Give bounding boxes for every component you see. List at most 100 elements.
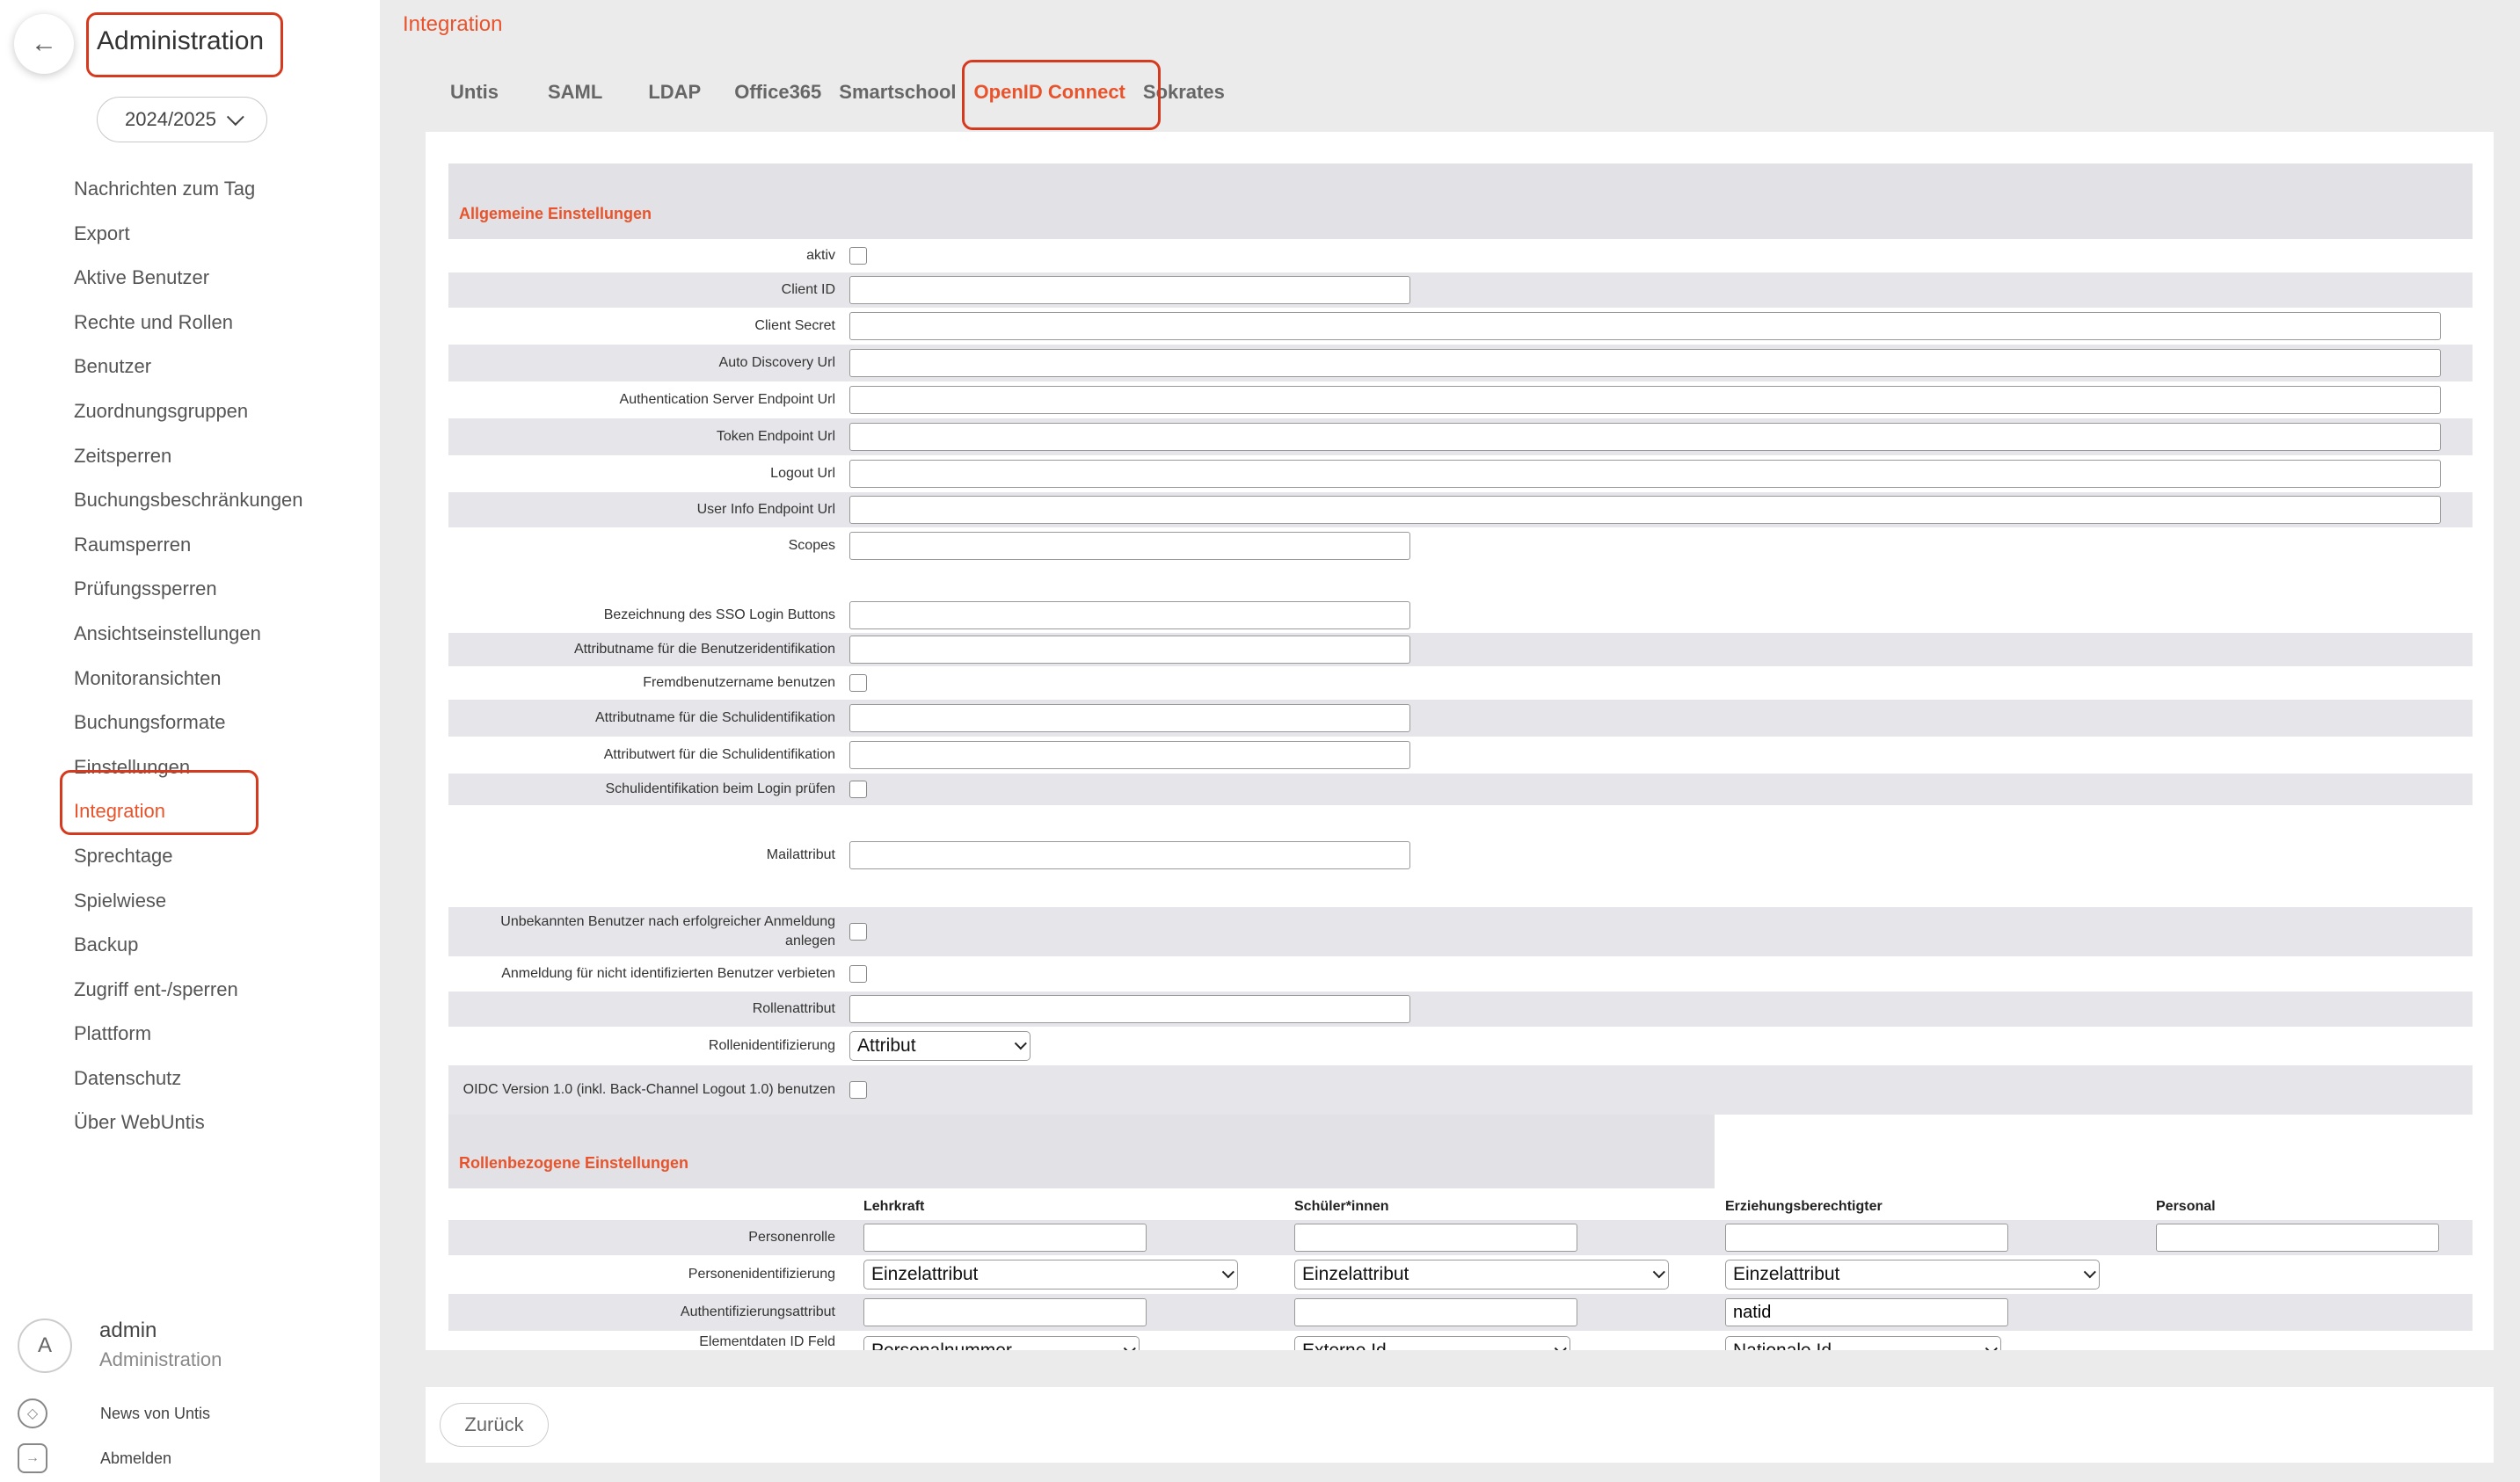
logout-link[interactable]: → Abmelden bbox=[18, 1443, 171, 1473]
row-auth-endpoint: Authentication Server Endpoint Url bbox=[448, 381, 2473, 418]
role-ident-value: Attribut bbox=[857, 1035, 916, 1056]
row-element-id: Elementdaten ID Feld Personalnummer Exte… bbox=[448, 1331, 2473, 1350]
row-userinfo-endpoint: User Info Endpoint Url bbox=[448, 492, 2473, 527]
user-role: Administration bbox=[99, 1348, 222, 1370]
label-school-check: Schulidentifikation beim Login prüfen bbox=[605, 781, 836, 796]
sidebar-item-zeitsperren[interactable]: Zeitsperren bbox=[74, 434, 303, 479]
sidebar-item-ansichtseinstellungen[interactable]: Ansichtseinstellungen bbox=[74, 612, 303, 657]
create-unknown-checkbox[interactable] bbox=[849, 923, 867, 941]
row-create-unknown: Unbekannten Benutzer nach erfolgreicher … bbox=[448, 907, 2473, 956]
auto-discovery-input[interactable] bbox=[849, 349, 2441, 377]
foreign-user-checkbox[interactable] bbox=[849, 674, 867, 692]
element-id-lehrkraft-select[interactable]: Personalnummer bbox=[863, 1336, 1140, 1350]
sidebar-item-zuordnungsgruppen[interactable]: Zuordnungsgruppen bbox=[74, 389, 303, 434]
news-icon: ◇ bbox=[18, 1398, 47, 1428]
school-check-checkbox[interactable] bbox=[849, 781, 867, 798]
sidebar-item-export[interactable]: Export bbox=[74, 212, 303, 257]
sidebar-item-monitoransichten[interactable]: Monitoransichten bbox=[74, 657, 303, 701]
tab-ldap[interactable]: LDAP bbox=[648, 81, 701, 104]
role-ident-select[interactable]: Attribut bbox=[849, 1031, 1031, 1061]
person-role-eltern-input[interactable] bbox=[1725, 1224, 2008, 1252]
client-secret-input[interactable] bbox=[849, 312, 2441, 340]
person-ident-lehrkraft-select[interactable]: Einzelattribut bbox=[863, 1260, 1238, 1289]
chevron-down-icon bbox=[1123, 1342, 1136, 1350]
person-role-personal-input[interactable] bbox=[2156, 1224, 2439, 1252]
chevron-down-icon bbox=[1985, 1342, 1998, 1350]
label-client-id: Client ID bbox=[781, 282, 835, 297]
tab-smartschool[interactable]: Smartschool bbox=[839, 81, 956, 104]
element-id-eltern-select[interactable]: Nationale Id bbox=[1725, 1336, 2001, 1350]
label-logout-url: Logout Url bbox=[770, 466, 835, 481]
sidebar-item-rechte-rollen[interactable]: Rechte und Rollen bbox=[74, 301, 303, 345]
sidebar-item-pruefungssperren[interactable]: Prüfungssperren bbox=[74, 567, 303, 612]
sidebar-item-backup[interactable]: Backup bbox=[74, 923, 303, 968]
sidebar-item-datenschutz[interactable]: Datenschutz bbox=[74, 1057, 303, 1101]
user-attr-input[interactable] bbox=[849, 636, 1410, 664]
label-foreign-user: Fremdbenutzername benutzen bbox=[643, 675, 835, 690]
mail-attr-input[interactable] bbox=[849, 841, 1410, 869]
sidebar-item-einstellungen[interactable]: Einstellungen bbox=[74, 745, 303, 790]
row-user-attr: Attributname für die Benutzeridentifikat… bbox=[448, 633, 2473, 666]
tab-saml[interactable]: SAML bbox=[548, 81, 602, 104]
row-client-id: Client ID bbox=[448, 272, 2473, 308]
logout-icon: → bbox=[18, 1443, 47, 1473]
footer-card: Zurück bbox=[426, 1387, 2494, 1463]
col-lehrkraft: Lehrkraft bbox=[863, 1199, 925, 1214]
label-aktiv: aktiv bbox=[806, 248, 835, 263]
school-attr-value-input[interactable] bbox=[849, 741, 1410, 769]
label-deny-unidentified: Anmeldung für nicht identifizierten Benu… bbox=[501, 966, 835, 981]
sidebar-item-sprechtage[interactable]: Sprechtage bbox=[74, 834, 303, 879]
sidebar-item-ueber-webuntis[interactable]: Über WebUntis bbox=[74, 1101, 303, 1145]
element-id-schueler-value: Externe Id bbox=[1302, 1340, 1387, 1350]
person-ident-eltern-select[interactable]: Einzelattribut bbox=[1725, 1260, 2100, 1289]
sidebar-item-zugriff[interactable]: Zugriff ent-/sperren bbox=[74, 968, 303, 1013]
row-token-endpoint: Token Endpoint Url bbox=[448, 418, 2473, 455]
chevron-down-icon bbox=[1652, 1266, 1665, 1279]
oidc-version-checkbox[interactable] bbox=[849, 1081, 867, 1099]
sidebar-item-aktive-benutzer[interactable]: Aktive Benutzer bbox=[74, 256, 303, 301]
sidebar-item-plattform[interactable]: Plattform bbox=[74, 1012, 303, 1057]
school-year-value: 2024/2025 bbox=[125, 108, 216, 130]
row-person-role: Personenrolle bbox=[448, 1220, 2473, 1255]
chevron-down-icon bbox=[1014, 1037, 1027, 1050]
userinfo-endpoint-input[interactable] bbox=[849, 496, 2441, 524]
sidebar-item-benutzer[interactable]: Benutzer bbox=[74, 345, 303, 389]
sidebar-item-buchungsformate[interactable]: Buchungsformate bbox=[74, 701, 303, 745]
sso-button-input[interactable] bbox=[849, 601, 1410, 629]
row-role-attr: Rollenattribut bbox=[448, 992, 2473, 1027]
label-user-attr: Attributname für die Benutzeridentifikat… bbox=[573, 642, 835, 657]
back-button[interactable]: ← bbox=[14, 14, 74, 74]
auth-attr-eltern-input[interactable]: natid bbox=[1725, 1298, 2008, 1326]
tab-office365[interactable]: Office365 bbox=[734, 81, 821, 104]
person-role-lehrkraft-input[interactable] bbox=[863, 1224, 1147, 1252]
auth-endpoint-input[interactable] bbox=[849, 386, 2441, 414]
token-endpoint-input[interactable] bbox=[849, 423, 2441, 451]
aktiv-checkbox[interactable] bbox=[849, 247, 867, 265]
role-attr-input[interactable] bbox=[849, 995, 1410, 1023]
sidebar-item-nachrichten[interactable]: Nachrichten zum Tag bbox=[74, 167, 303, 212]
label-scopes: Scopes bbox=[788, 538, 835, 553]
logout-url-input[interactable] bbox=[849, 460, 2441, 488]
client-id-input[interactable] bbox=[849, 276, 1410, 304]
school-year-select[interactable]: 2024/2025 bbox=[97, 97, 267, 142]
deny-unidentified-checkbox[interactable] bbox=[849, 965, 867, 983]
tab-openid-connect[interactable]: OpenID Connect bbox=[974, 81, 1125, 104]
sidebar-item-buchungsbeschraenkungen[interactable]: Buchungsbeschränkungen bbox=[74, 478, 303, 523]
zurueck-button[interactable]: Zurück bbox=[440, 1403, 549, 1447]
news-link[interactable]: ◇ News von Untis bbox=[18, 1398, 210, 1428]
person-role-schueler-input[interactable] bbox=[1294, 1224, 1577, 1252]
scopes-input[interactable] bbox=[849, 532, 1410, 560]
school-attr-name-input[interactable] bbox=[849, 704, 1410, 732]
sidebar-item-integration[interactable]: Integration bbox=[74, 789, 303, 834]
auth-attr-schueler-input[interactable] bbox=[1294, 1298, 1577, 1326]
auth-attr-lehrkraft-input[interactable] bbox=[863, 1298, 1147, 1326]
element-id-schueler-select[interactable]: Externe Id bbox=[1294, 1336, 1570, 1350]
person-ident-schueler-select[interactable]: Einzelattribut bbox=[1294, 1260, 1669, 1289]
tab-sokrates[interactable]: Sokrates bbox=[1143, 81, 1225, 104]
row-school-attr-name: Attributname für die Schulidentifikation bbox=[448, 700, 2473, 737]
col-schueler: Schüler*innen bbox=[1294, 1199, 1389, 1214]
sidebar-item-raumsperren[interactable]: Raumsperren bbox=[74, 523, 303, 568]
tab-untis[interactable]: Untis bbox=[450, 81, 499, 104]
sidebar-item-spielwiese[interactable]: Spielwiese bbox=[74, 879, 303, 924]
